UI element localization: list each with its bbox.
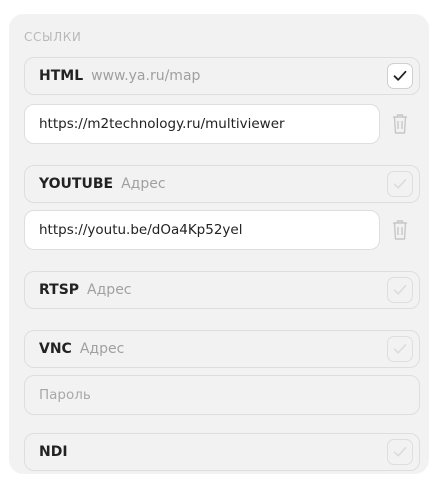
youtube-source-label: YOUTUBE [39, 176, 114, 192]
trash-icon [393, 220, 407, 240]
links-panel: ссылки HTML www.ya.ru/map https://m2techn… [9, 14, 429, 474]
ndi-enable-checkbox[interactable] [387, 439, 413, 465]
html-url-input[interactable]: https://m2technology.ru/multiviewer [24, 104, 380, 144]
vnc-enable-checkbox[interactable] [387, 336, 413, 362]
rtsp-enable-checkbox[interactable] [387, 277, 413, 303]
vnc-source-label: VNC [39, 341, 72, 357]
ndi-source-row[interactable]: NDI [24, 433, 420, 471]
youtube-delete-button[interactable] [389, 217, 411, 243]
vnc-source-row[interactable]: VNC Адрес [24, 330, 420, 368]
check-icon [393, 179, 407, 189]
check-icon [393, 70, 407, 81]
vnc-address-placeholder: Адрес [79, 341, 125, 357]
html-source-row[interactable]: HTML www.ya.ru/map [24, 57, 420, 95]
rtsp-source-label: RTSP [39, 282, 80, 298]
youtube-enable-checkbox[interactable] [387, 171, 413, 197]
youtube-source-row[interactable]: YOUTUBE Адрес [24, 165, 420, 203]
trash-icon [393, 114, 407, 134]
html-delete-button[interactable] [389, 111, 411, 137]
ndi-source-label: NDI [39, 444, 68, 460]
rtsp-address-placeholder: Адрес [87, 282, 132, 298]
check-icon [393, 285, 407, 295]
html-enable-checkbox[interactable] [387, 63, 413, 89]
html-source-label: HTML [39, 68, 84, 84]
html-address: www.ya.ru/map [91, 68, 201, 84]
youtube-url-input[interactable]: https://youtu.be/dOa4Kp52yel [24, 210, 380, 250]
vnc-password-input[interactable]: Пароль [24, 375, 420, 415]
check-icon [393, 447, 407, 457]
youtube-address-placeholder: Адрес [121, 176, 166, 192]
check-icon [393, 344, 407, 354]
rtsp-source-row[interactable]: RTSP Адрес [24, 271, 420, 309]
section-title: ссылки [24, 30, 82, 44]
